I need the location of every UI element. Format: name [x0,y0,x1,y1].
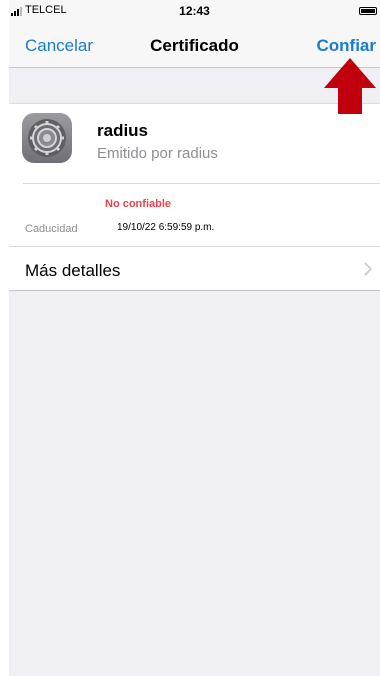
certificate-card: radius Emitido por radius No confiable C… [9,103,380,291]
certificate-screen: TELCEL 12:43 Cancelar Certificado Confia… [9,0,380,683]
divider [23,183,380,184]
bottom-strip [9,676,380,683]
annotation-arrow-icon [324,58,376,114]
trust-status-label: No confiable [105,198,172,210]
chevron-right-icon [364,262,372,276]
certificate-issuer: Emitido por radius [97,145,218,162]
battery-icon [359,7,377,15]
more-details-label: Más detalles [25,261,121,280]
status-bar: TELCEL 12:43 [9,0,380,22]
settings-gear-icon [22,113,72,163]
trust-button[interactable]: Confiar [317,36,377,56]
status-time: 12:43 [179,4,210,18]
certificate-name: radius [97,121,149,140]
more-details-row[interactable]: Más detalles [9,247,380,291]
expiry-value: 19/10/22 6:59:59 p.m. [117,222,215,233]
expiry-label: Caducidad [25,223,78,235]
